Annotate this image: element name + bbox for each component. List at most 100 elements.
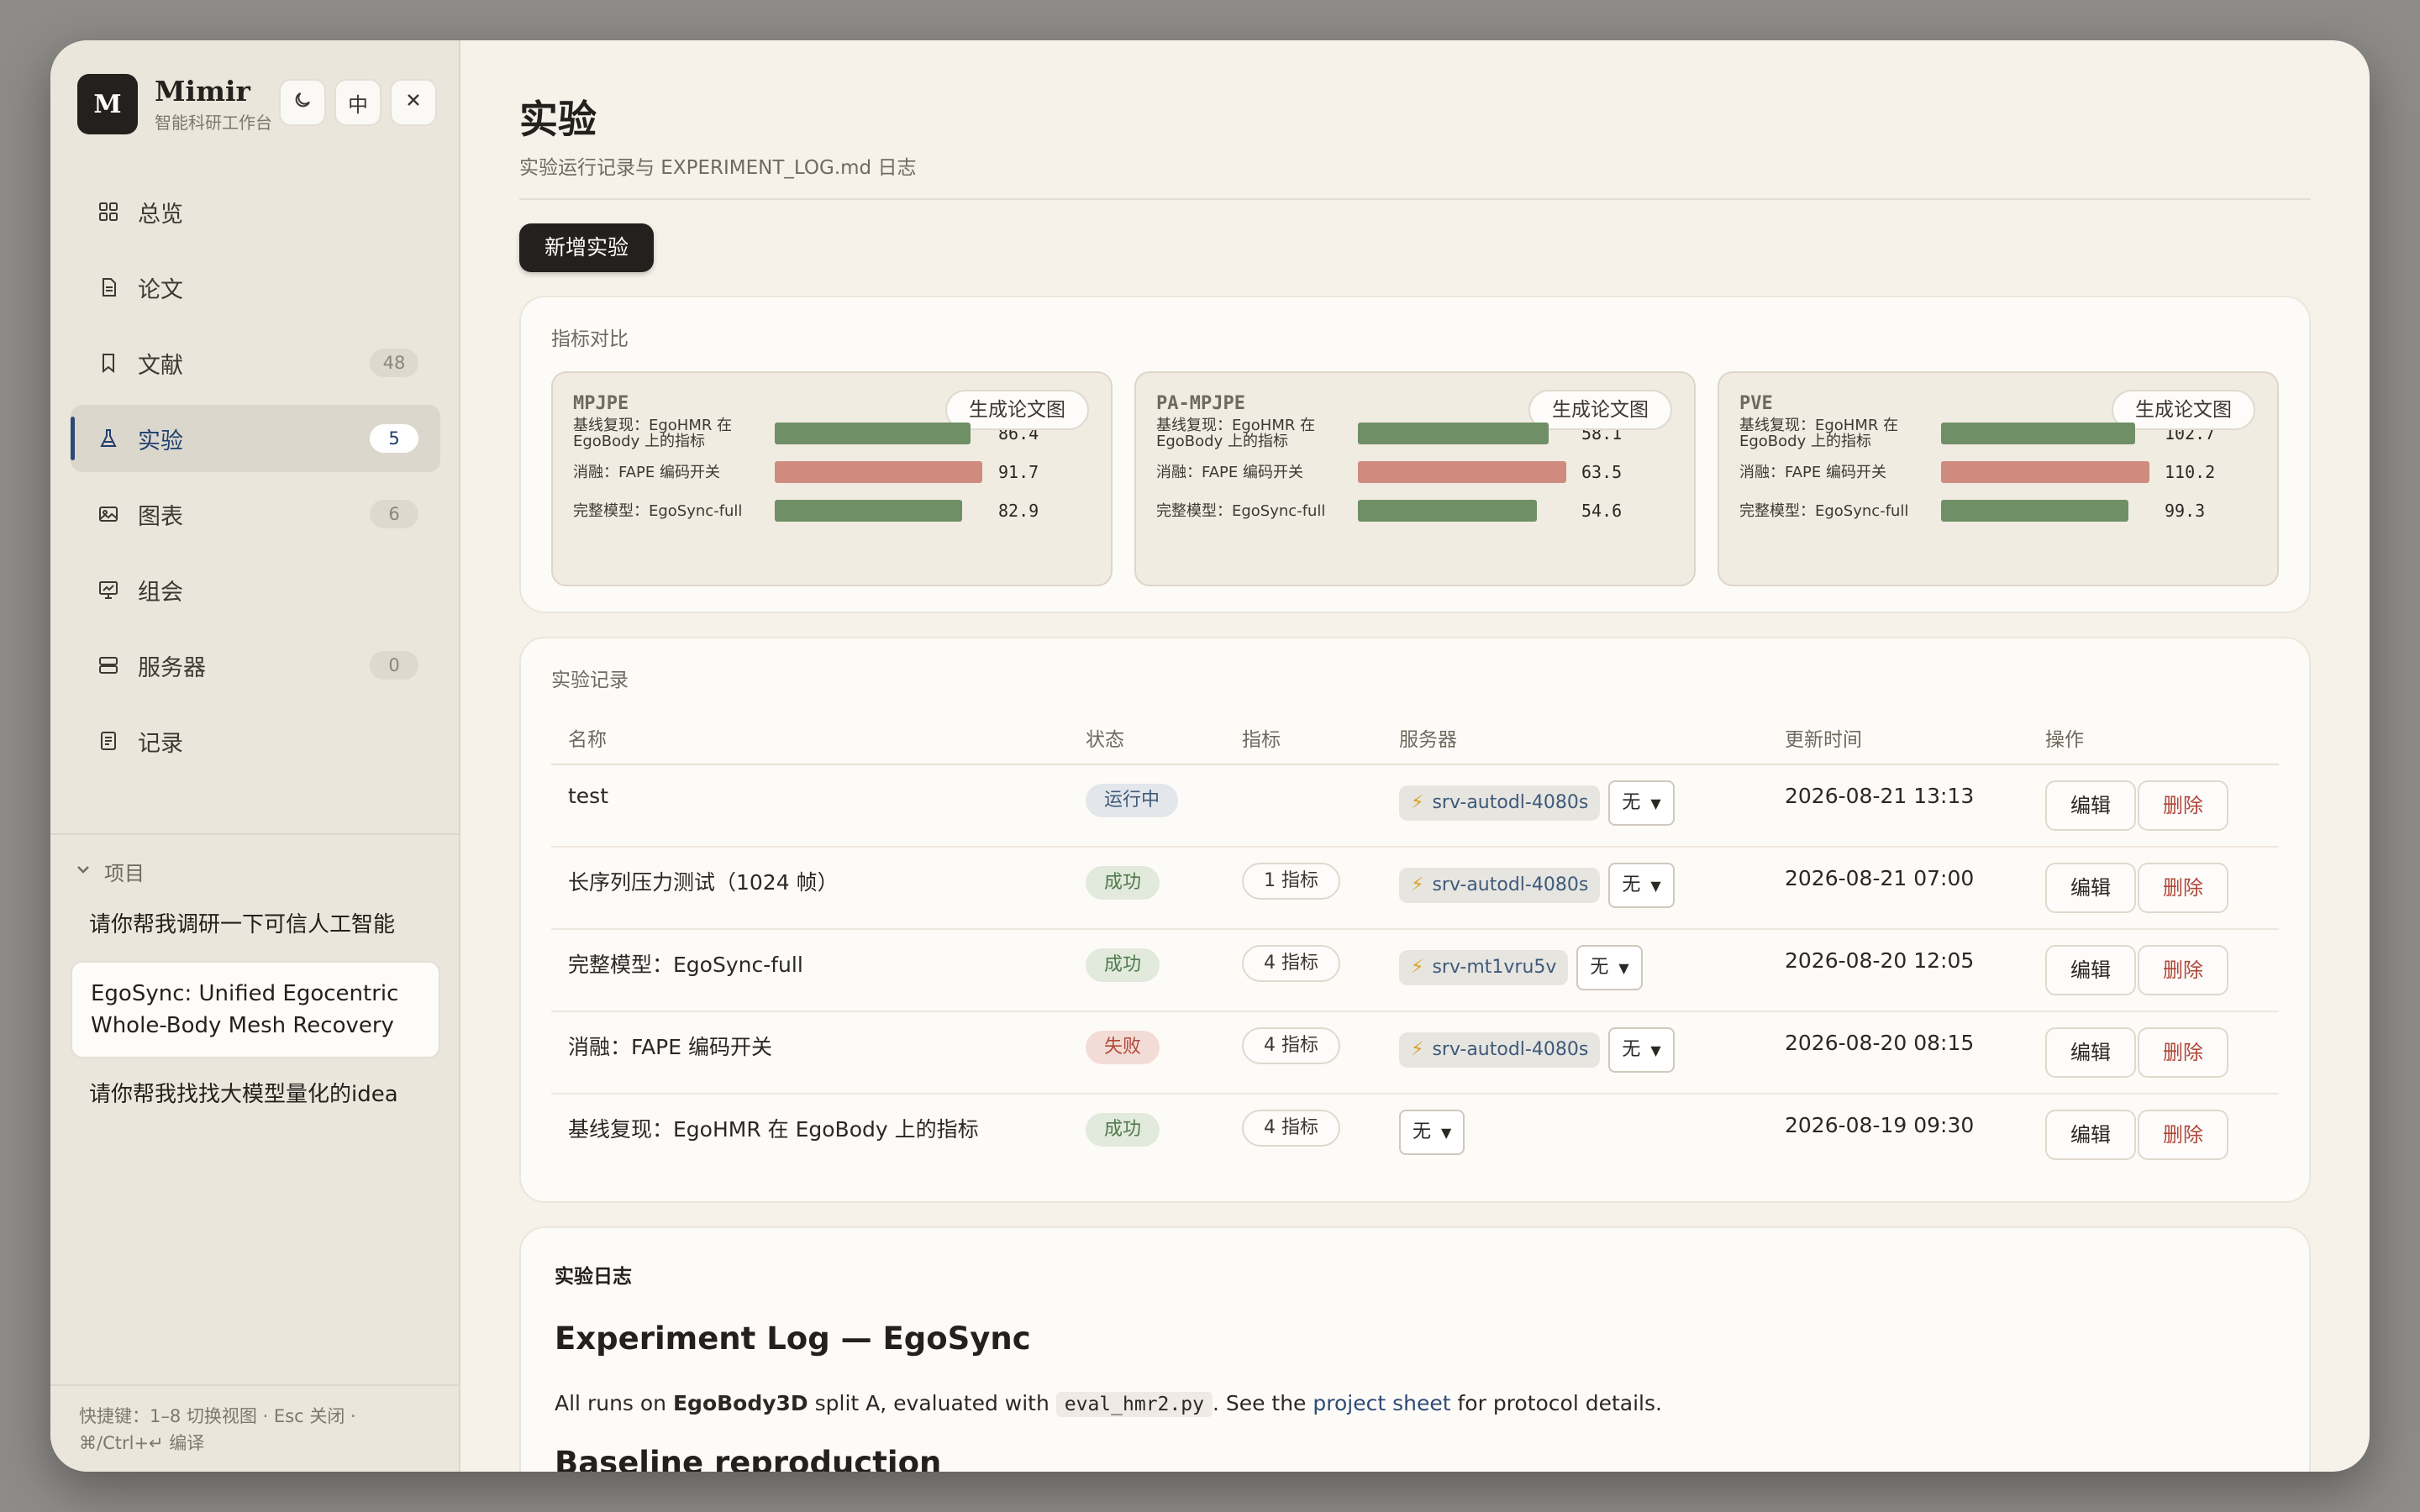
metrics-count-pill[interactable]: 4 指标: [1242, 945, 1340, 982]
metric-panel: PA-MPJPE 生成论文图 基线复现：EgoHMR 在 EgoBody 上的指…: [1134, 371, 1696, 586]
project-item-selected[interactable]: EgoSync: Unified Egocentric Whole-Body M…: [71, 961, 440, 1058]
sidebar-item-label: 组会: [138, 579, 183, 606]
sidebar-item-meetings[interactable]: 组会: [71, 556, 440, 623]
server-select-value: 无: [1622, 1039, 1641, 1060]
close-button[interactable]: [390, 79, 437, 126]
sidebar-item-label: 实验: [138, 428, 183, 454]
metric-panels: MPJPE 生成论文图 基线复现：EgoHMR 在 EgoBody 上的指标 8…: [551, 371, 2279, 586]
metric-panel: PVE 生成论文图 基线复现：EgoHMR 在 EgoBody 上的指标 102…: [1718, 371, 2279, 586]
status-cell: 成功: [1069, 847, 1225, 930]
bar-track: [1358, 423, 1568, 444]
metric-row-label: 完整模型：EgoSync-full: [1739, 501, 1909, 520]
sidebar-item-label: 论文: [138, 276, 183, 303]
log-paragraph: All runs on EgoBody3D split A, evaluated…: [555, 1387, 2275, 1421]
bar-track: [1941, 500, 2151, 522]
brand-name: Mimir: [155, 74, 250, 108]
actions-cell: 编辑 删除: [2028, 764, 2279, 848]
metric-bar: [1941, 461, 2149, 483]
name-cell: 消融：FAPE 编码开关: [551, 1011, 1069, 1095]
server-select[interactable]: 无 ▼: [1608, 1027, 1675, 1073]
chevron-down-icon: [76, 862, 91, 881]
server-select[interactable]: 无 ▼: [1608, 780, 1675, 826]
sidebar-item-servers[interactable]: 服务器 0: [71, 632, 440, 699]
table-row[interactable]: test 运行中 ⚡ srv-autodl-4080s 无 ▼ 2026-08-21 …: [551, 764, 2279, 848]
inline-code: eval_hmr2.py: [1055, 1392, 1213, 1417]
chevron-down-icon: ▼: [1618, 960, 1629, 976]
sidebar-item-literature[interactable]: 文献 48: [71, 329, 440, 396]
edit-button[interactable]: 编辑: [2045, 863, 2136, 913]
time-cell: 2026-08-20 12:05: [1768, 929, 2028, 1012]
theme-toggle-button[interactable]: [279, 79, 326, 126]
chevron-down-icon: ▼: [1650, 795, 1661, 811]
server-cell: ⚡ srv-mt1vru5v 无 ▼: [1382, 929, 1768, 1012]
sidebar-item-overview[interactable]: 总览: [71, 178, 440, 245]
column-header: 服务器: [1382, 711, 1768, 765]
metrics-count-pill[interactable]: 1 指标: [1242, 863, 1340, 900]
server-select[interactable]: 无 ▼: [1576, 945, 1643, 990]
server-select-value: 无: [1622, 874, 1641, 895]
count-badge: 48: [370, 349, 418, 377]
metric-value: 110.2: [2165, 462, 2216, 482]
metrics-cell: 4 指标: [1225, 1094, 1382, 1176]
sidebar-nav: 总览 论文 文献 48 实验 5 图表 6 组会 服务器 0 记录: [71, 178, 440, 783]
metric-value: 54.6: [1581, 501, 1623, 521]
edit-button[interactable]: 编辑: [2045, 945, 2136, 995]
page-title: 实验: [519, 97, 597, 142]
log-card-title: 实验日志: [555, 1266, 632, 1288]
actions-cell: 编辑 删除: [2028, 1011, 2279, 1095]
table-row[interactable]: 基线复现：EgoHMR 在 EgoBody 上的指标 成功 4 指标 无 ▼ 20…: [551, 1094, 2279, 1176]
bar-track: [775, 461, 985, 483]
delete-button[interactable]: 删除: [2138, 863, 2228, 913]
projects-toggle[interactable]: 项目: [76, 857, 145, 886]
moon-icon: [292, 90, 313, 115]
delete-button[interactable]: 删除: [2138, 1027, 2228, 1078]
metrics-cell: 4 指标: [1225, 1011, 1382, 1095]
server-select-value: 无: [1413, 1121, 1432, 1142]
actions-cell: 编辑 删除: [2028, 929, 2279, 1012]
main-content: 实验 实验运行记录与 EXPERIMENT_LOG.md 日志 新增实验 指标对…: [460, 40, 2370, 1472]
sidebar-item-records[interactable]: 记录: [71, 707, 440, 774]
logo: M: [77, 74, 138, 134]
edit-button[interactable]: 编辑: [2045, 780, 2136, 831]
count-badge: 0: [370, 651, 418, 680]
server-tag: ⚡ srv-autodl-4080s: [1399, 1032, 1601, 1068]
text: All runs on: [555, 1391, 673, 1415]
delete-button[interactable]: 删除: [2138, 945, 2228, 995]
metric-row-label: 完整模型：EgoSync-full: [573, 501, 743, 520]
metrics-count-pill[interactable]: 4 指标: [1242, 1110, 1340, 1147]
project-item[interactable]: 请你帮我找找大模型量化的idea: [71, 1063, 440, 1126]
log-card: 实验日志 Experiment Log — EgoSync All runs o…: [519, 1226, 2311, 1472]
edit-button[interactable]: 编辑: [2045, 1027, 2136, 1078]
metrics-card: 指标对比 MPJPE 生成论文图 基线复现：EgoHMR 在 EgoBody 上…: [519, 296, 2311, 613]
name-cell: 长序列压力测试（1024 帧）: [551, 847, 1069, 930]
edit-button[interactable]: 编辑: [2045, 1110, 2136, 1160]
metrics-cell: 1 指标: [1225, 847, 1382, 930]
server-select[interactable]: 无 ▼: [1608, 863, 1675, 908]
project-sheet-link[interactable]: project sheet: [1313, 1391, 1450, 1415]
table-row[interactable]: 消融：FAPE 编码开关 失败 4 指标 ⚡ srv-autodl-4080s 无 ▼…: [551, 1011, 2279, 1095]
server-cell: 无 ▼: [1382, 1094, 1768, 1176]
server-select[interactable]: 无 ▼: [1399, 1110, 1465, 1155]
project-item[interactable]: 请你帮我调研一下可信人工智能: [71, 894, 440, 956]
delete-button[interactable]: 删除: [2138, 780, 2228, 831]
bolt-icon: ⚡: [1411, 792, 1424, 813]
sidebar-item-figures[interactable]: 图表 6: [71, 480, 440, 548]
table-row[interactable]: 长序列压力测试（1024 帧） 成功 1 指标 ⚡ srv-autodl-4080…: [551, 847, 2279, 930]
metrics-count-pill[interactable]: 4 指标: [1242, 1027, 1340, 1064]
presentation-icon: [96, 577, 121, 602]
new-experiment-button[interactable]: 新增实验: [519, 223, 655, 272]
sidebar-item-experiments[interactable]: 实验 5: [71, 405, 440, 472]
metric-bar: [775, 461, 983, 483]
time-cell: 2026-08-21 13:13: [1768, 764, 2028, 848]
language-button[interactable]: 中: [334, 79, 381, 126]
status-badge: 失败: [1086, 1031, 1160, 1064]
delete-button[interactable]: 删除: [2138, 1110, 2228, 1160]
bar-track: [1358, 461, 1568, 483]
status-badge: 运行中: [1086, 784, 1179, 817]
sidebar-item-papers[interactable]: 论文: [71, 254, 440, 321]
server-cell: ⚡ srv-autodl-4080s 无 ▼: [1382, 764, 1768, 848]
project-list: 请你帮我调研一下可信人工智能 EgoSync: Unified Egocentr…: [71, 894, 440, 1126]
table-row[interactable]: 完整模型：EgoSync-full 成功 4 指标 ⚡ srv-mt1vru5v 无…: [551, 929, 2279, 1012]
column-header: 名称: [551, 711, 1069, 765]
server-select-value: 无: [1622, 792, 1641, 813]
